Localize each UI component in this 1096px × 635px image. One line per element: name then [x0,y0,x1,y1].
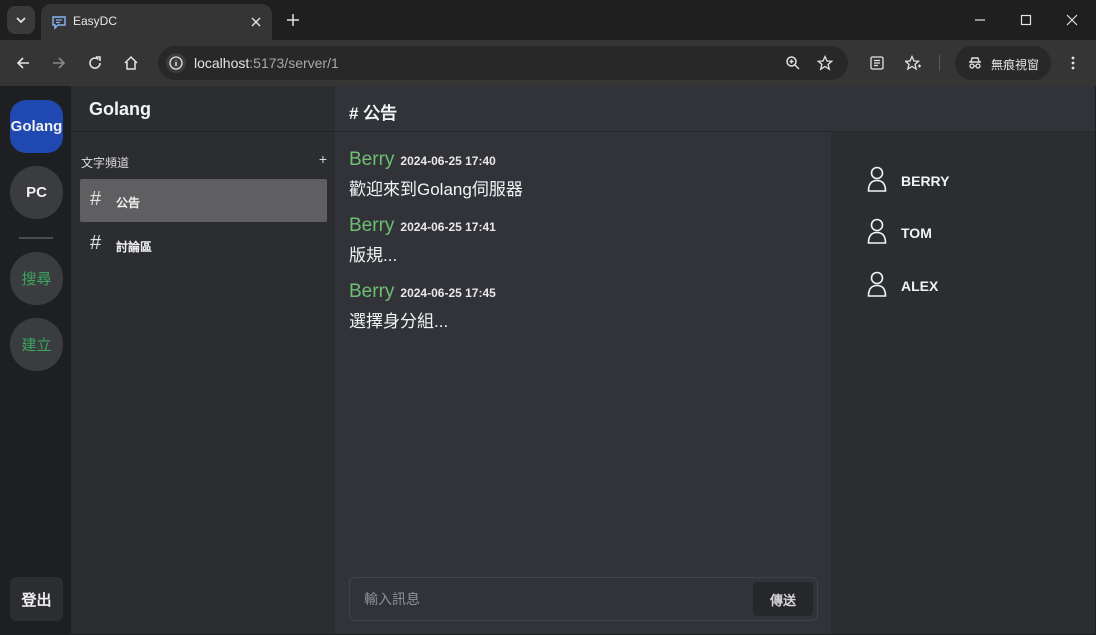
user-icon [867,218,887,244]
message-author[interactable]: Berry [349,281,394,302]
reload-icon [89,56,101,69]
maximize-button[interactable] [1014,8,1038,32]
arrow-right-icon [53,57,66,69]
message-item: Berry 2024-06-25 17:41 版規... [349,215,819,266]
message-timestamp: 2024-06-25 17:40 [400,154,496,168]
message-item: Berry 2024-06-25 17:40 歡迎來到Golang伺服器 [349,149,819,200]
member-name: ALEX [901,278,939,294]
forward-button[interactable] [48,52,70,74]
reload-button[interactable] [84,52,106,74]
rail-divider [19,237,53,239]
main-panel: # 公告 Berry 2024-06-25 17:40 歡迎來到Golang伺服器… [335,86,1095,634]
favorites-icon [905,55,921,71]
url-host: localhost [194,55,250,71]
browser-tab[interactable]: EasyDC [41,4,272,40]
bookmark-button[interactable] [815,53,835,73]
search-server-button[interactable]: 搜尋 [10,252,63,305]
message-composer: 傳送 [349,577,818,621]
add-channel-button[interactable]: + [317,151,329,167]
favorites-button[interactable] [902,52,924,74]
arrow-left-icon [16,57,29,69]
browser-tab-bar: EasyDC [0,0,1096,40]
plus-icon [287,14,299,26]
back-button[interactable] [12,52,34,74]
close-window-button[interactable] [1060,8,1084,32]
browser-menu-button[interactable] [1062,52,1084,74]
message-text: 歡迎來到Golang伺服器 [349,180,523,199]
tab-title: EasyDC [73,14,118,28]
tab-close-button[interactable] [247,13,265,31]
server-golang-button[interactable]: Golang [10,100,63,153]
incognito-icon [969,57,981,69]
incognito-button[interactable]: 無痕視窗 [955,46,1051,80]
message-timestamp: 2024-06-25 17:41 [400,220,496,234]
message-text: 選擇身分組... [349,312,449,331]
channel-title: # 公告 [349,104,398,123]
site-info-button[interactable] [166,53,186,73]
server-name: Golang [89,99,151,119]
create-server-button[interactable]: 建立 [10,318,63,371]
channel-label: 公告 [116,196,141,210]
channel-sidebar: Golang 文字頻道 + # 公告 # 討論區 [71,86,335,634]
server-pc-button[interactable]: PC [10,166,63,219]
server-rail: Golang PC 搜尋 建立 登出 [1,86,71,634]
channel-header: # 公告 [335,86,1095,132]
member-name: BERRY [901,173,950,189]
reading-list-icon [870,56,884,70]
hash-icon: # [90,188,102,210]
home-button[interactable] [120,52,142,74]
easydc-app: Golang PC 搜尋 建立 登出 Golang 文字頻道 + # 公告 # … [1,86,1095,634]
channel-item-discussion[interactable]: # 討論區 [80,223,327,266]
message-item: Berry 2024-06-25 17:45 選擇身分組... [349,281,819,332]
close-icon [251,17,261,27]
channel-item-announcements[interactable]: # 公告 [80,179,327,222]
maximize-icon [1020,14,1032,26]
message-timestamp: 2024-06-25 17:45 [400,286,496,300]
tab-search-button[interactable] [7,6,35,34]
member-list: BERRY TOM ALEX [831,132,1095,634]
hash-icon: # [90,232,102,254]
user-icon [867,271,887,297]
home-icon [124,55,138,70]
chat-bubble-icon [52,16,66,30]
browser-toolbar: localhost:5173/server/1 無痕視窗 [0,40,1096,86]
url-text[interactable]: localhost:5173/server/1 [194,55,339,71]
minimize-button[interactable] [968,8,992,32]
channel-sidebar-header: Golang [71,86,335,132]
star-icon [817,55,833,71]
message-author[interactable]: Berry [349,149,394,170]
new-tab-button[interactable] [283,10,303,30]
member-name: TOM [901,225,932,241]
toolbar-separator [939,55,940,71]
message-text: 版規... [349,246,398,265]
send-button[interactable]: 傳送 [753,582,813,616]
message-input[interactable] [350,578,750,620]
url-path: :5173/server/1 [249,55,339,71]
message-area: Berry 2024-06-25 17:40 歡迎來到Golang伺服器 Berr… [335,132,831,634]
more-vertical-icon [1071,56,1075,70]
chevron-down-icon [16,17,26,24]
message-author[interactable]: Berry [349,215,394,236]
close-icon [1066,14,1078,26]
reading-list-button[interactable] [866,52,888,74]
incognito-label: 無痕視窗 [991,58,1040,72]
user-icon [867,166,887,192]
address-bar[interactable]: localhost:5173/server/1 [158,46,848,80]
zoom-icon [786,56,800,70]
channel-category-label: 文字頻道 [81,156,130,170]
minimize-icon [975,19,985,21]
logout-button[interactable]: 登出 [10,577,63,621]
channel-label: 討論區 [116,240,153,254]
info-icon [169,56,183,70]
zoom-button[interactable] [783,53,803,73]
